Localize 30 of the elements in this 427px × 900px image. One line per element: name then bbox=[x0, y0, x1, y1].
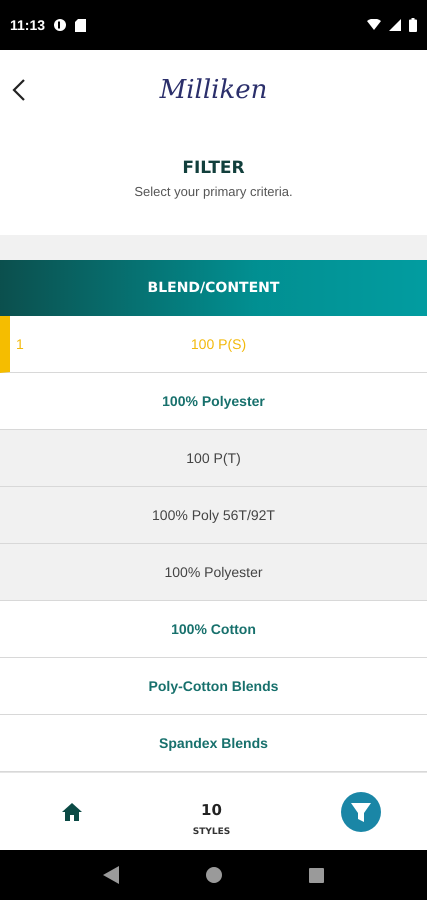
page-subtitle: Select your primary criteria. bbox=[134, 184, 293, 199]
option-label: 100 P(T) bbox=[186, 450, 241, 466]
back-nav-icon[interactable] bbox=[103, 866, 120, 884]
home-nav-icon[interactable] bbox=[206, 867, 222, 883]
brand-logo: Milliken bbox=[160, 75, 268, 105]
option-label: Poly-Cotton Blends bbox=[148, 678, 278, 694]
section-header: BLEND/CONTENT bbox=[0, 260, 427, 316]
option-number: 1 bbox=[16, 336, 24, 352]
filter-option[interactable]: 100 P(T) bbox=[0, 430, 427, 487]
page-title: FILTER bbox=[182, 158, 245, 178]
battery-icon bbox=[409, 18, 417, 32]
wifi-icon bbox=[367, 19, 381, 31]
filter-option[interactable]: 100% Polyester bbox=[0, 544, 427, 601]
option-label: 100% Cotton bbox=[171, 621, 256, 637]
option-label: 100% Poly 56T/92T bbox=[152, 507, 275, 523]
styles-label: STYLES bbox=[192, 826, 230, 836]
recents-nav-icon[interactable] bbox=[308, 868, 324, 882]
signal-icon bbox=[389, 19, 401, 31]
filter-icon[interactable] bbox=[340, 792, 381, 832]
option-label: 100% Polyester bbox=[164, 564, 263, 580]
home-icon[interactable] bbox=[62, 802, 82, 820]
app-notification-icon bbox=[53, 18, 68, 32]
option-label: 100% Polyester bbox=[162, 393, 265, 409]
option-label: Spandex Blends bbox=[159, 735, 268, 751]
filter-option[interactable]: 100% Poly 56T/92T bbox=[0, 487, 427, 544]
styles-count: 10 bbox=[201, 800, 222, 818]
option-label: 100 P(S) bbox=[190, 336, 246, 352]
sd-card-icon bbox=[75, 18, 86, 32]
back-icon[interactable] bbox=[12, 78, 26, 102]
status-time: 11:13 bbox=[10, 17, 46, 33]
